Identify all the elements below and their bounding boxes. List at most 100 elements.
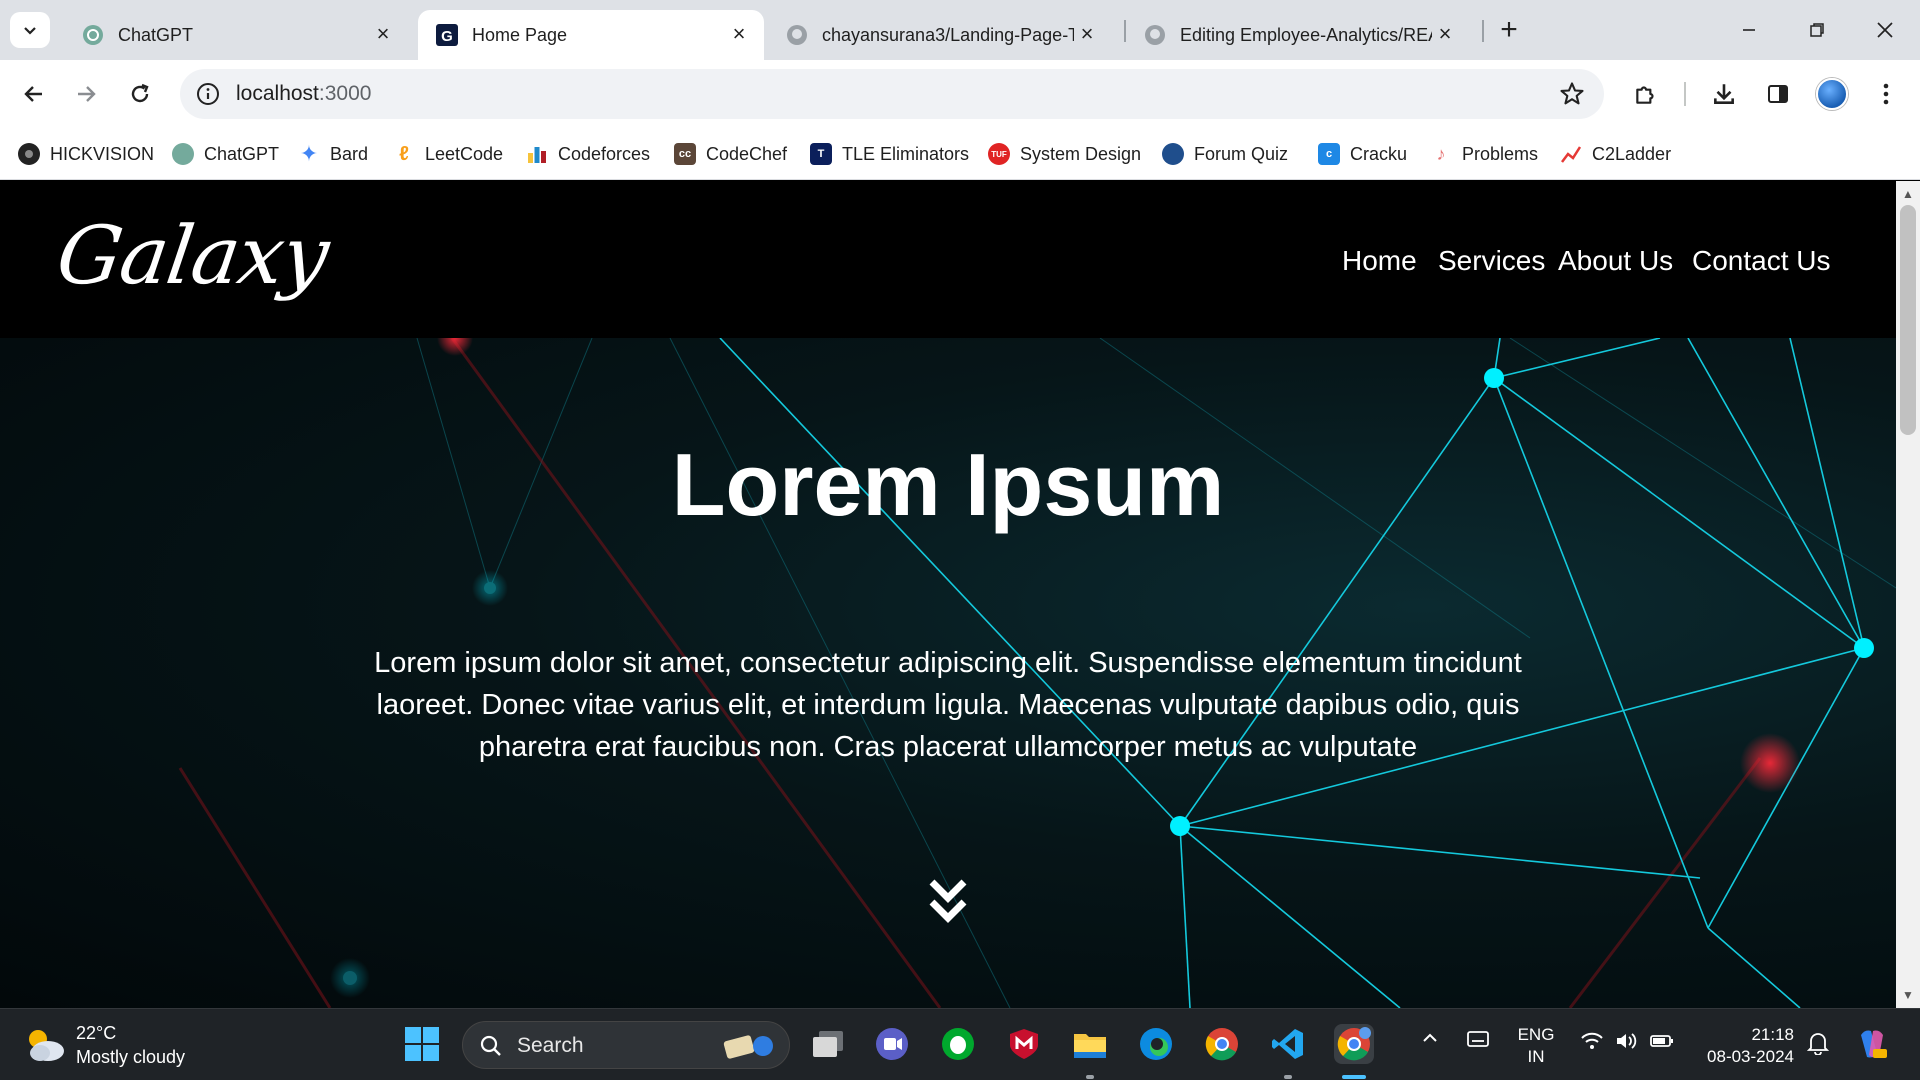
tuf-icon: TUF	[988, 143, 1010, 165]
bookmark-bard[interactable]: ✦ Bard	[298, 140, 368, 168]
language-indicator[interactable]: ENG IN	[1508, 1024, 1564, 1068]
show-hidden-icons-button[interactable]	[1418, 1029, 1442, 1053]
mcafee-shield-icon	[1010, 1029, 1038, 1059]
taskbar-app-edge[interactable]	[1136, 1024, 1176, 1064]
nav-home[interactable]: Home	[1342, 245, 1417, 277]
reload-icon	[131, 83, 149, 103]
side-panel-icon	[1768, 85, 1788, 103]
extensions-button[interactable]	[1626, 74, 1666, 114]
search-highlight-icon	[723, 1035, 773, 1059]
bookmark-c2ladder[interactable]: C2Ladder	[1560, 140, 1671, 168]
close-icon[interactable]: ×	[1074, 22, 1100, 48]
more-vertical-icon	[1883, 83, 1889, 105]
tab-chatgpt[interactable]: ChatGPT ×	[64, 10, 408, 60]
page-scrollbar[interactable]: ▲ ▼	[1896, 181, 1920, 1008]
arrow-left-icon	[24, 86, 42, 102]
taskbar-app-file-explorer[interactable]	[1070, 1024, 1110, 1064]
copilot-button[interactable]	[1852, 1024, 1892, 1064]
close-window-button[interactable]	[1860, 10, 1910, 50]
windows-taskbar: 22°C Mostly cloudy Search ENG IN 21:18 0…	[0, 1008, 1920, 1080]
video-chat-icon	[876, 1028, 908, 1060]
battery-status[interactable]	[1648, 1031, 1676, 1057]
bookmark-label: ChatGPT	[204, 143, 280, 164]
scroll-down-button[interactable]	[928, 878, 968, 928]
leetcode-icon: ℓ	[399, 142, 409, 165]
new-tab-button[interactable]: +	[1492, 14, 1526, 48]
bookmark-label: System Design	[1020, 143, 1142, 164]
nav-services[interactable]: Services	[1438, 245, 1545, 277]
bookmark-tle-eliminators[interactable]: T TLE Eliminators	[810, 140, 969, 168]
scrollbar-thumb[interactable]	[1900, 205, 1916, 435]
bookmark-cracku[interactable]: c Cracku	[1318, 140, 1407, 168]
taskbar-search[interactable]: Search	[462, 1021, 790, 1069]
scroll-up-arrow-icon[interactable]: ▲	[1902, 187, 1914, 201]
bookmark-forum-quiz[interactable]: Forum Quiz	[1162, 140, 1288, 168]
taskbar-app-chrome-active[interactable]	[1334, 1024, 1374, 1064]
bookmark-leetcode[interactable]: ℓ LeetCode	[393, 140, 503, 168]
minimize-button[interactable]	[1724, 10, 1774, 50]
start-button[interactable]	[402, 1024, 442, 1064]
nav-contact-us[interactable]: Contact Us	[1692, 245, 1831, 277]
hero-title: Lorem Ipsum	[671, 435, 1225, 534]
taskbar-app-evernote[interactable]	[938, 1024, 978, 1064]
site-info-icon[interactable]	[192, 78, 224, 110]
tab-github-editing[interactable]: Editing Employee-Analytics/REA ×	[1126, 10, 1470, 60]
reload-button[interactable]	[120, 74, 160, 114]
tab-github-landing[interactable]: chayansurana3/Landing-Page-T ×	[768, 10, 1112, 60]
task-view-button[interactable]	[808, 1024, 848, 1064]
bookmark-system-design[interactable]: TUF System Design	[988, 140, 1141, 168]
scroll-down-arrow-icon[interactable]: ▼	[1902, 988, 1914, 1002]
bookmark-chatgpt[interactable]: ChatGPT	[172, 140, 279, 168]
browser-toolbar: localhost:3000	[0, 60, 1920, 128]
bookmark-label: HICKVISION	[50, 143, 155, 164]
taskbar-app-mcafee[interactable]	[1004, 1024, 1044, 1064]
back-button[interactable]	[14, 74, 54, 114]
weather-widget[interactable]: 22°C Mostly cloudy	[24, 1021, 185, 1069]
downloads-button[interactable]	[1704, 74, 1744, 114]
nav-about-us[interactable]: About Us	[1558, 245, 1673, 277]
tle-icon: T	[810, 143, 832, 165]
volume-status[interactable]	[1612, 1031, 1640, 1057]
folder-icon	[1074, 1034, 1106, 1058]
profile-avatar[interactable]	[1816, 78, 1848, 110]
chevron-down-icon	[24, 27, 36, 35]
keyboard-tray-button[interactable]	[1464, 1029, 1492, 1055]
github-icon	[786, 24, 808, 46]
taskbar-app-chrome[interactable]	[1202, 1024, 1242, 1064]
running-indicator	[1086, 1075, 1094, 1079]
chevron-up-icon	[1423, 1033, 1437, 1042]
taskbar-app-meet[interactable]	[872, 1024, 912, 1064]
bookmark-star-icon[interactable]	[1558, 80, 1586, 108]
clock[interactable]: 21:18 08-03-2024	[1694, 1024, 1794, 1068]
wifi-status[interactable]	[1578, 1031, 1606, 1057]
bookmark-codechef[interactable]: cc CodeChef	[674, 140, 787, 168]
close-icon[interactable]: ×	[726, 22, 752, 48]
address-bar[interactable]: localhost:3000	[180, 69, 1604, 119]
bookmark-problems[interactable]: ♪ Problems	[1430, 140, 1539, 168]
bookmark-label: CodeChef	[706, 143, 788, 164]
bookmark-hickvision[interactable]: HICKVISION	[18, 140, 154, 168]
taskbar-app-vscode[interactable]	[1268, 1024, 1308, 1064]
tab-title: chayansurana3/Landing-Page-T	[822, 24, 1074, 45]
page-viewport: Galaxy Home Services About Us Contact Us	[0, 181, 1896, 1008]
forward-button[interactable]	[66, 74, 106, 114]
bookmark-label: Problems	[1462, 143, 1539, 164]
side-panel-button[interactable]	[1758, 74, 1798, 114]
tab-home-page[interactable]: G Home Page ×	[418, 10, 764, 60]
bookmark-label: Forum Quiz	[1194, 143, 1289, 164]
chatgpt-icon	[172, 143, 194, 165]
url-text[interactable]: localhost:3000	[236, 82, 371, 106]
menu-button[interactable]	[1866, 74, 1906, 114]
cloudy-weather-icon	[29, 1030, 64, 1061]
close-icon[interactable]: ×	[370, 22, 396, 48]
toolbar-divider	[1684, 82, 1686, 106]
bookmark-codeforces[interactable]: Codeforces	[526, 140, 650, 168]
copilot-icon	[1861, 1030, 1887, 1058]
close-icon[interactable]: ×	[1432, 22, 1458, 48]
tab-search-button[interactable]	[10, 12, 50, 48]
active-indicator	[1342, 1075, 1366, 1079]
site-logo[interactable]: Galaxy	[51, 209, 333, 302]
restore-button[interactable]	[1792, 10, 1842, 50]
svg-text:G: G	[441, 28, 453, 45]
notifications-button[interactable]	[1806, 1031, 1830, 1061]
